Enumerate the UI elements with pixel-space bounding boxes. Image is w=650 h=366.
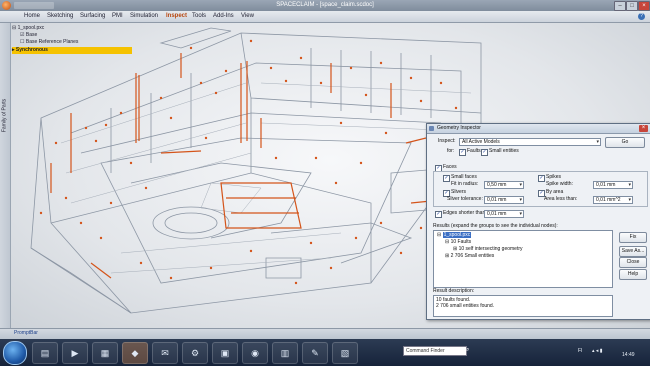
fit-in-radius-label: Fit in radius: xyxy=(451,181,479,187)
ribbon-tab-bar: Home Sketching Surfacing PMI Simulation … xyxy=(0,11,650,23)
side-panel-tab-strip: Family of Parts xyxy=(0,23,11,328)
command-finder-input[interactable]: Command Finder xyxy=(403,346,467,356)
faults-checkbox[interactable]: ✓ xyxy=(459,149,466,156)
geometry-inspector-dialog: Geometry Inspector × Inspect: All Active… xyxy=(426,123,650,320)
window-title: SPACECLAIM - [space_claim.scdoc] xyxy=(276,2,374,8)
app-logo-icon[interactable] xyxy=(2,1,11,10)
prompt-bar-label: PromptBar xyxy=(14,330,38,336)
help-button[interactable]: Help xyxy=(619,269,647,280)
fit-in-radius-field[interactable]: 0,50 mm xyxy=(484,181,524,189)
dialog-title: Geometry Inspector xyxy=(437,125,481,131)
spike-width-field[interactable]: 0,01 mm xyxy=(593,181,633,189)
result-description-box: 10 faults found. 2 706 small entities fo… xyxy=(433,295,613,317)
sliver-tolerance-label: Sliver tolerance: xyxy=(447,196,483,202)
results-faults[interactable]: ⊟ 10 Faults xyxy=(445,239,471,245)
search-icon[interactable]: ⌕ xyxy=(466,346,469,354)
results-tree[interactable]: ⊟ 1_spool.pxc ⊟ 10 Faults ⊞ 10 self inte… xyxy=(433,230,613,288)
faces-label: Faces xyxy=(443,164,457,170)
edges-shorter-field[interactable]: 0,01 mm xyxy=(484,210,524,218)
clock[interactable]: 14:49 xyxy=(622,351,635,359)
tab-home[interactable]: Home xyxy=(24,11,40,22)
prompt-bar: PromptBar xyxy=(0,328,650,339)
folder-icon[interactable]: ▦ xyxy=(92,342,118,364)
small-entities-label: Small entities xyxy=(489,148,519,154)
app-icon[interactable]: ✉ xyxy=(152,342,178,364)
edges-checkbox[interactable]: ✓ xyxy=(435,211,442,218)
tab-inspect[interactable]: Inspect xyxy=(166,11,187,22)
tab-view[interactable]: View xyxy=(241,11,254,22)
edges-shorter-label: Edges shorter than: xyxy=(443,210,487,216)
fix-button[interactable]: Fix xyxy=(619,232,647,243)
maximize-button[interactable]: □ xyxy=(626,1,638,11)
app-icon[interactable]: ▥ xyxy=(272,342,298,364)
small-faces-checkbox[interactable]: ✓ xyxy=(443,175,450,182)
inspector-icon xyxy=(429,126,434,131)
spaceclaim-app-icon[interactable]: ◆ xyxy=(122,342,148,364)
spikes-label: Spikes xyxy=(546,174,562,180)
slivers-label: Slivers xyxy=(451,189,467,195)
tree-item-base[interactable]: ☑ Base xyxy=(20,32,37,39)
small-faces-label: Small faces xyxy=(451,174,477,180)
close-window-button[interactable]: × xyxy=(638,1,650,11)
by-area-label: By area xyxy=(546,189,564,195)
tree-item-synchronous[interactable]: ▸ Synchronous xyxy=(12,47,132,54)
family-of-parts-tab[interactable]: Family of Parts xyxy=(1,99,10,133)
structure-tree: ⊟ 1_spool.pxc ☑ Base ☐ Base Reference Pl… xyxy=(12,23,132,61)
dialog-title-bar[interactable]: Geometry Inspector × xyxy=(427,124,650,134)
media-player-icon[interactable]: ▶ xyxy=(62,342,88,364)
faults-label: Faults xyxy=(467,148,481,154)
inspect-dropdown[interactable]: All Active Models xyxy=(459,138,601,146)
language-indicator[interactable]: FI xyxy=(578,347,582,355)
results-small-entities[interactable]: ⊞ 2 706 Small entities xyxy=(445,253,494,259)
spikes-checkbox[interactable]: ✓ xyxy=(538,175,545,182)
result-line: 2 706 small entities found. xyxy=(436,303,495,309)
results-self-intersecting[interactable]: ⊞ 10 self intersecting geometry xyxy=(453,246,523,252)
spike-width-label: Spike width: xyxy=(546,181,573,187)
minimize-button[interactable]: – xyxy=(614,1,626,11)
explorer-icon[interactable]: ▤ xyxy=(32,342,58,364)
go-button[interactable]: Go xyxy=(605,137,645,148)
tab-tools[interactable]: Tools xyxy=(192,11,206,22)
save-as-button[interactable]: Save As... xyxy=(619,246,647,257)
sliver-tolerance-field[interactable]: 0,01 mm xyxy=(484,196,524,204)
tab-simulation[interactable]: Simulation xyxy=(130,11,158,22)
close-button[interactable]: Close xyxy=(619,257,647,268)
tree-item-base-reference-planes[interactable]: ☐ Base Reference Planes xyxy=(20,39,78,46)
app-icon[interactable]: ✎ xyxy=(302,342,328,364)
quick-access-toolbar[interactable] xyxy=(14,2,54,9)
expand-icon[interactable]: ⊟ xyxy=(437,232,443,238)
help-icon[interactable]: ? xyxy=(638,13,645,20)
app-icon[interactable]: ⚙ xyxy=(182,342,208,364)
app-icon[interactable]: ▧ xyxy=(332,342,358,364)
small-entities-checkbox[interactable]: ✓ xyxy=(481,149,488,156)
tab-surfacing[interactable]: Surfacing xyxy=(80,11,105,22)
result-description-label: Result description: xyxy=(433,288,475,294)
tab-sketching[interactable]: Sketching xyxy=(47,11,73,22)
area-less-than-label: Area less than: xyxy=(544,196,578,202)
tab-add-ins[interactable]: Add-Ins xyxy=(213,11,234,22)
tree-root[interactable]: ⊟ 1_spool.pxc xyxy=(12,25,44,32)
app-icon[interactable]: ◉ xyxy=(242,342,268,364)
results-label: Results (expand the groups to see the in… xyxy=(433,223,558,229)
area-less-than-field[interactable]: 0,01 mm^2 xyxy=(593,196,633,204)
tab-pmi[interactable]: PMI xyxy=(112,11,123,22)
tray-icons[interactable]: ▴ ◂ ▮ xyxy=(592,347,603,355)
app-icon[interactable]: ▣ xyxy=(212,342,238,364)
results-root[interactable]: ⊟ 1_spool.pxc xyxy=(437,232,472,238)
start-button[interactable] xyxy=(3,341,27,365)
dialog-close-button[interactable]: × xyxy=(639,125,648,132)
inspect-label: Inspect: xyxy=(438,138,456,144)
for-label: for: xyxy=(447,148,455,154)
